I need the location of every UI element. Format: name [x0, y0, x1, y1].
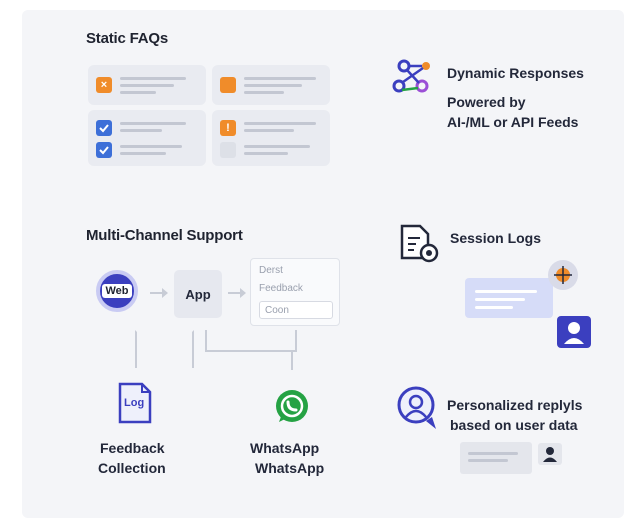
close-box-icon: ×: [96, 77, 112, 93]
static-faqs-title: Static FAQs: [86, 30, 168, 47]
orange-square-icon: [220, 77, 236, 93]
checkbox-icon: [96, 142, 112, 158]
avatar-icon: [557, 316, 591, 348]
faq-card: !: [212, 110, 330, 166]
faq-card: ×: [88, 65, 206, 105]
connector-feedback: [135, 330, 194, 368]
faq-card: [88, 110, 206, 166]
feedback-form: Derst Feedback Coon: [250, 258, 340, 326]
connector-whatsapp-drop: [291, 350, 293, 370]
app-label: App: [185, 286, 211, 302]
dynamic-responses-title: Dynamic Responses: [447, 65, 584, 81]
arrow-app-form: [228, 288, 246, 298]
chat-bubble: [465, 278, 553, 318]
log-icon-text: Log: [124, 397, 145, 409]
form-field-label: Coon: [265, 305, 289, 316]
reply-bubble: [460, 442, 532, 474]
whatsapp-icon: [276, 390, 308, 422]
feedback-line2: Collection: [98, 460, 166, 476]
checkbox-icon: [96, 120, 112, 136]
warning-icon: !: [220, 120, 236, 136]
network-nodes-icon: [392, 59, 430, 93]
personalized-line2: based on user data: [450, 417, 578, 433]
faq-card: [212, 65, 330, 105]
arrow-web-app: [150, 288, 168, 298]
connector-whatsapp: [205, 330, 297, 352]
form-field-label: Feedback: [259, 283, 303, 294]
user-headset-icon: [397, 386, 436, 429]
multichannel-title: Multi-Channel Support: [86, 227, 243, 244]
dynamic-line2: AI-/ML or API Feeds: [447, 114, 579, 130]
app-node: App: [174, 270, 222, 318]
document-search-icon: [400, 224, 439, 263]
web-label: Web: [102, 284, 132, 298]
personalized-line1: Personalized replyls: [447, 397, 583, 413]
whatsapp-line2: WhatsApp: [255, 460, 325, 476]
alert-badge-icon: [548, 260, 578, 290]
feedback-line1: Feedback: [100, 440, 165, 456]
web-node: Web: [96, 270, 138, 312]
whatsapp-line1: WhatsApp: [250, 440, 320, 456]
session-logs-title: Session Logs: [450, 230, 542, 246]
form-field-label: Derst: [259, 265, 283, 276]
dynamic-line1: Powered by: [447, 94, 526, 110]
empty-box-icon: [220, 142, 236, 158]
small-avatar-icon: [538, 443, 562, 465]
